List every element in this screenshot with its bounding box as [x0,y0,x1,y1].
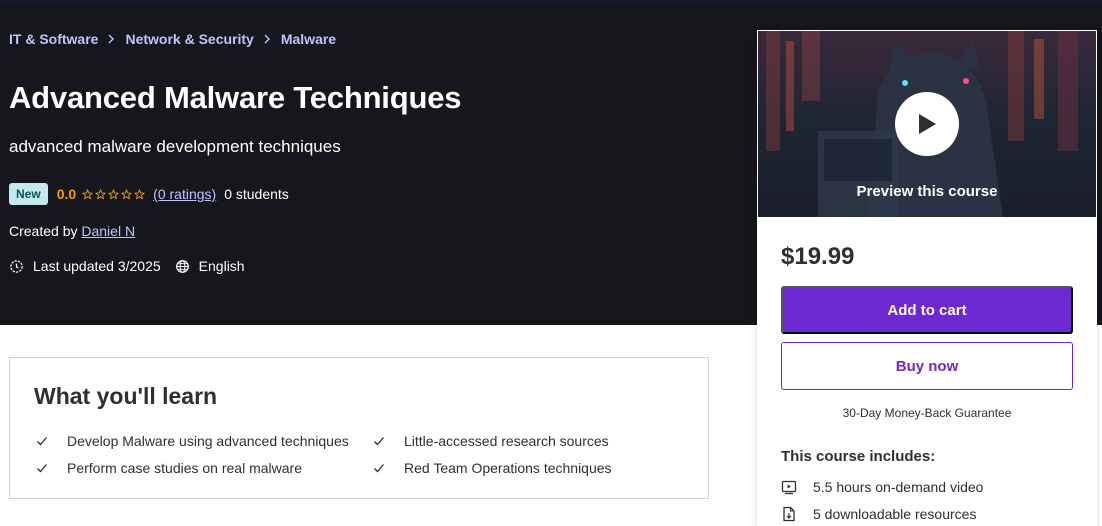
created-by-label: Created by [9,223,78,239]
star-empty-icon [121,188,133,199]
author-link[interactable]: Daniel N [81,223,135,239]
course-price: $19.99 [781,243,855,270]
globe-icon [175,259,190,274]
play-button[interactable] [895,92,959,156]
includes-item-label: 5 downloadable resources [813,506,977,522]
breadcrumb: IT & Software Network & Security Malware [9,31,336,47]
students-count: 0 students [224,186,289,202]
chevron-right-icon [107,34,115,44]
course-language: English [198,258,245,274]
includes-item-label: 5.5 hours on-demand video [813,479,984,495]
learn-item-label: Red Team Operations techniques [404,460,612,476]
star-empty-icon [82,188,94,199]
check-icon [36,462,48,474]
breadcrumb-network-security[interactable]: Network & Security [125,31,253,47]
learn-item-label: Develop Malware using advanced technique… [67,433,349,449]
course-title: Advanced Malware Techniques [9,80,462,115]
purchase-card: Preview this course $19.99 Add to cart B… [757,30,1097,526]
play-icon [919,114,936,134]
buy-now-button[interactable]: Buy now [781,342,1073,390]
chevron-right-icon [263,34,271,44]
course-meta: Last updated 3/2025 English [9,258,245,274]
learn-item: Little-accessed research sources [373,433,609,449]
what-youll-learn: What you'll learn Develop Malware using … [9,357,709,499]
rating-value: 0.0 [56,186,77,202]
new-badge: New [9,183,48,205]
add-to-cart-button[interactable]: Add to cart [781,286,1073,334]
learn-item-label: Little-accessed research sources [404,433,609,449]
preview-label: Preview this course [856,183,998,200]
learn-item: Perform case studies on real malware [36,460,302,476]
course-preview[interactable]: Preview this course [758,31,1096,217]
alert-clock-icon [9,259,24,274]
created-by: Created by Daniel N [9,223,135,239]
includes-title: This course includes: [781,448,936,465]
money-back-guarantee: 30-Day Money-Back Guarantee [842,406,1012,420]
ratings-link[interactable]: (0 ratings) [153,186,216,202]
rating-row: New 0.0 (0 ratings) 0 students [9,182,289,206]
star-rating [82,188,147,200]
learn-item: Red Team Operations techniques [373,460,612,476]
breadcrumb-malware[interactable]: Malware [281,31,336,47]
last-updated: Last updated 3/2025 [33,258,161,274]
learn-title: What you'll learn [34,383,218,409]
learn-item-label: Perform case studies on real malware [67,460,302,476]
check-icon [373,462,385,474]
video-icon [781,479,797,495]
includes-item: 5 downloadable resources [781,506,976,522]
star-empty-icon [134,188,146,199]
check-icon [373,435,385,447]
breadcrumb-it-software[interactable]: IT & Software [9,31,98,47]
star-empty-icon [95,188,107,199]
check-icon [36,435,48,447]
learn-item: Develop Malware using advanced technique… [36,433,349,449]
course-subtitle: advanced malware development techniques [9,137,341,156]
star-empty-icon [108,188,120,199]
includes-item: 5.5 hours on-demand video [781,479,983,495]
file-download-icon [781,506,797,522]
top-border [0,0,1102,4]
